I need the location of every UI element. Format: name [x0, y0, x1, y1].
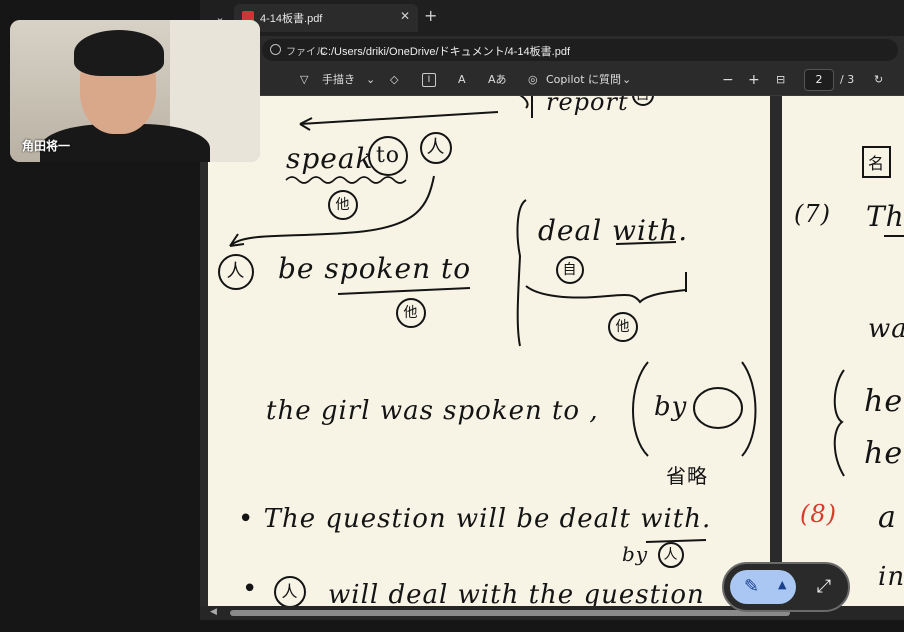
address-bar[interactable]: ファイル C:/Users/driki/OneDrive/ドキュメント/4-14…: [262, 39, 898, 61]
ink-p2-th: Th: [866, 200, 904, 233]
pdf-page-1: report 自 speak to 人 他 人 be spoken to 他 d…: [208, 96, 770, 606]
ink-deal-with: deal with.: [538, 214, 689, 247]
ink-p2-8: (8): [800, 500, 837, 528]
ink-speak: speak: [286, 142, 374, 175]
copilot-button[interactable]: Copilot に質問: [546, 71, 621, 89]
ink-p2-wa: wa: [868, 314, 904, 344]
ink-person-1: 人: [420, 132, 452, 164]
ink-girl-sentence: the girl was spoken to ,: [266, 396, 599, 426]
ink-p2-box: 名: [862, 146, 892, 178]
read-aloud-icon[interactable]: Aあ: [488, 71, 507, 89]
expand-icon[interactable]: ⤢: [806, 570, 842, 604]
close-tab-icon[interactable]: ✕: [400, 9, 410, 23]
ink-p2-in: in: [878, 562, 904, 592]
rotate-icon[interactable]: ↻: [874, 71, 883, 89]
webcam-person-hair: [74, 30, 164, 76]
total-pages: / 3: [840, 73, 855, 86]
ink-jp-other-2: 他: [396, 298, 426, 328]
pen-dropdown-icon[interactable]: ▲: [778, 578, 786, 591]
scroll-left-icon[interactable]: ◀: [210, 607, 217, 617]
ink-last-bullet: •: [242, 574, 259, 604]
ink-jp-other-3: 他: [608, 312, 638, 342]
screen: ⌄ 4-14板書.pdf ✕ + ファイル C:/Users/driki/One…: [0, 0, 904, 632]
copilot-icon[interactable]: ◎: [528, 71, 538, 89]
pdf-page-2: 名 (7) Th wa he he (8) a in: [782, 96, 904, 606]
ink-p2-7: (7): [794, 200, 831, 228]
ink-question-sentence: • The question will be dealt with.: [238, 504, 712, 534]
text-icon[interactable]: I: [422, 73, 436, 87]
ink-last-sentence: will deal with the question: [328, 580, 705, 606]
tab-title: 4-14板書.pdf: [260, 13, 323, 25]
pen-icon: ✎: [744, 576, 760, 597]
page-number-input[interactable]: 2: [804, 69, 834, 91]
webcam-name-label: 角田将一: [22, 139, 71, 153]
pen-tool-button[interactable]: ✎ ▲: [730, 570, 796, 604]
ink-to-1: to: [368, 136, 408, 176]
ink-jp-self-1: 自: [632, 96, 654, 106]
ink-report: report: [546, 96, 629, 116]
pdf-toolbar: ▽ 手描き ⌄ ◇ I A Aあ ◎ Copilot に質問 ⌄ − + ⊟ 2…: [200, 64, 904, 96]
copilot-dropdown-icon[interactable]: ⌄: [622, 71, 631, 89]
ink-person-3: 人: [658, 542, 684, 568]
new-tab-button[interactable]: +: [424, 6, 437, 25]
ink-by-2: by: [622, 542, 649, 566]
info-icon[interactable]: [270, 44, 281, 55]
draw-triangle-icon[interactable]: ▽: [300, 71, 308, 89]
ink-person-2: 人: [218, 254, 254, 290]
address-url[interactable]: C:/Users/driki/OneDrive/ドキュメント/4-14板書.pd…: [320, 43, 570, 59]
ink-by: by: [654, 392, 688, 422]
ink-p2-a: a: [878, 500, 897, 535]
webcam-overlay[interactable]: 角田将一: [10, 20, 260, 162]
zoom-out-button[interactable]: −: [722, 71, 734, 89]
eraser-icon[interactable]: ◇: [390, 71, 398, 89]
ink-jp-self-2: 自: [556, 256, 584, 284]
ink-be-spoken-to: be spoken to: [278, 252, 472, 285]
pdf-document-area[interactable]: report 自 speak to 人 他 人 be spoken to 他 d…: [200, 96, 904, 606]
zoom-in-button[interactable]: +: [748, 71, 760, 89]
tab-pdf[interactable]: 4-14板書.pdf ✕: [234, 4, 418, 32]
text-options-icon[interactable]: A: [458, 71, 466, 89]
draw-label[interactable]: 手描き: [322, 71, 355, 89]
ink-p2-he-1: he: [864, 384, 904, 419]
ink-person-4: 人: [274, 576, 306, 606]
scrollbar-thumb[interactable]: [230, 610, 790, 616]
ink-jp-other-1: 他: [328, 190, 358, 220]
ink-omit: 省略: [666, 464, 708, 488]
ink-p2-he-2: he: [864, 436, 904, 471]
floating-pen-toolbar: ✎ ▲ ⤢: [722, 562, 850, 612]
fit-page-icon[interactable]: ⊟: [776, 71, 785, 89]
address-bar-container: ファイル C:/Users/driki/OneDrive/ドキュメント/4-14…: [200, 36, 904, 64]
draw-dropdown-icon[interactable]: ⌄: [366, 71, 375, 89]
